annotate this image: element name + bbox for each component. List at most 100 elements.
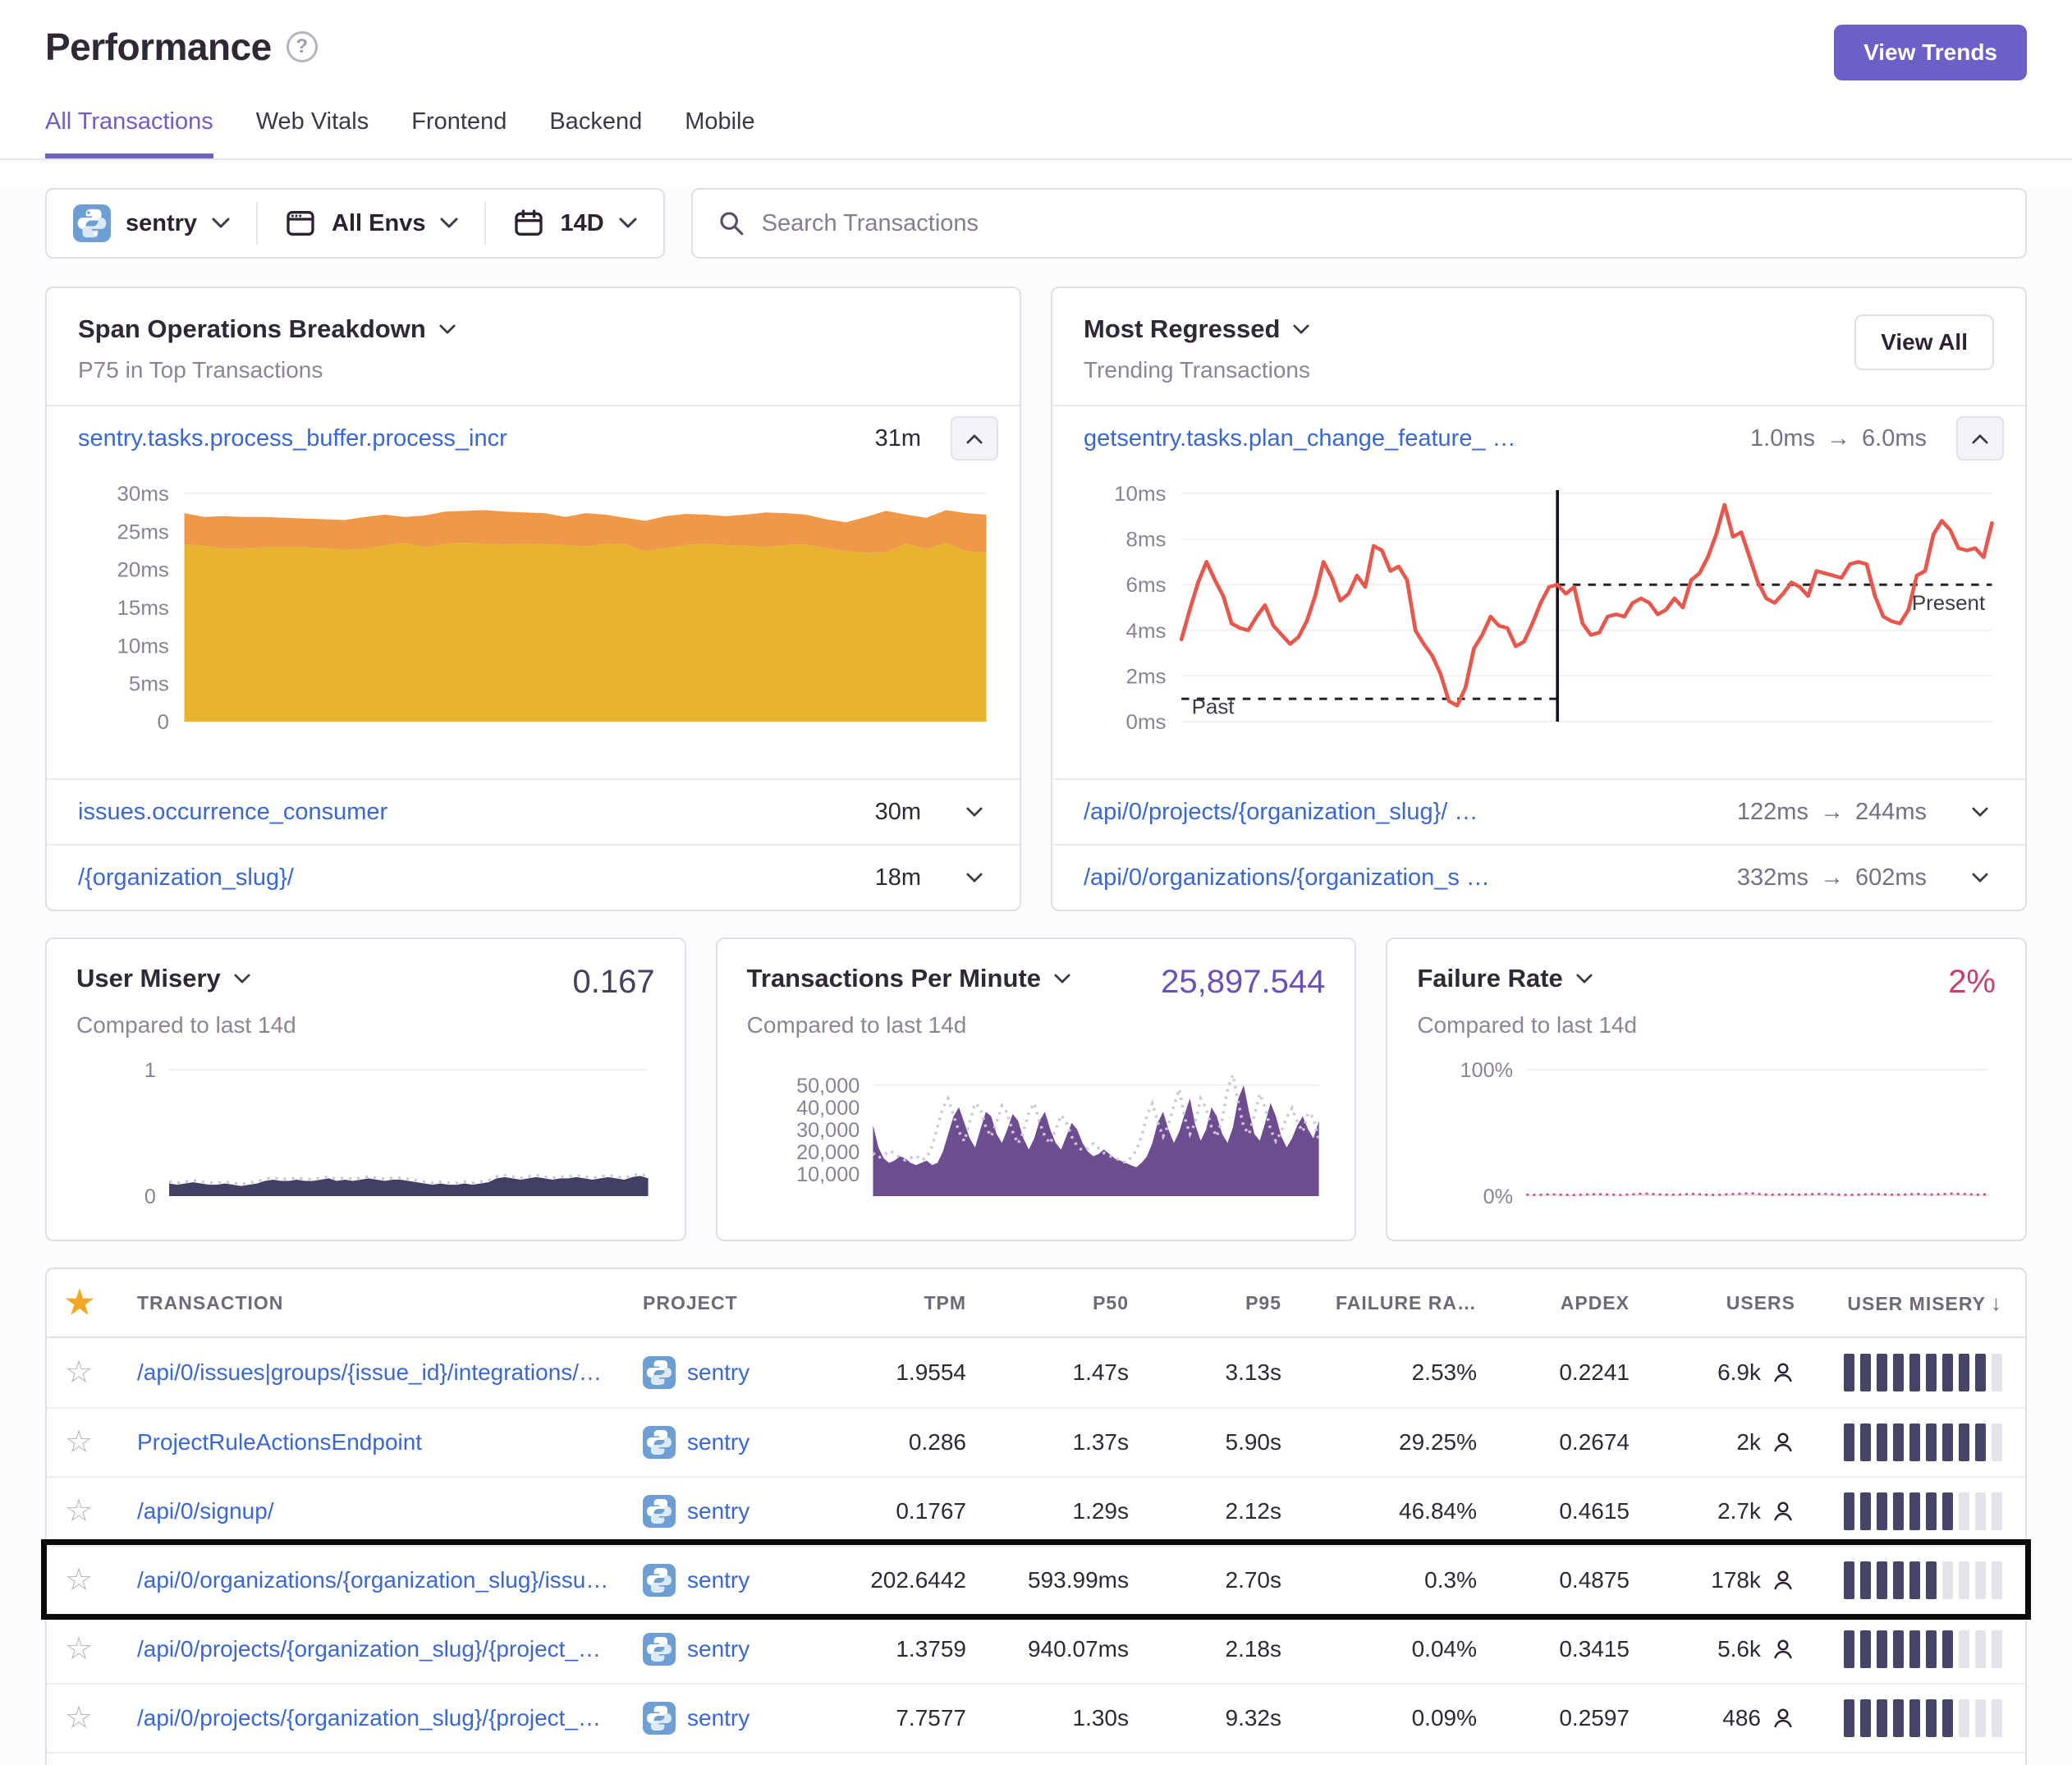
users-cell: 2.7k (1630, 1498, 1795, 1524)
date-range-filter[interactable]: 14D (484, 202, 662, 245)
user-misery-title[interactable]: User Misery (76, 964, 250, 993)
star-outline-icon[interactable]: ☆ (65, 1703, 137, 1734)
col-user-misery[interactable]: USER MISERY↓ (1795, 1291, 2002, 1316)
tab-backend[interactable]: Backend (549, 108, 642, 158)
transaction-link[interactable]: ProjectRuleActionsEndpoint (137, 1429, 643, 1456)
tpm-panel: Transactions Per Minute 25,897.544 Compa… (716, 938, 1357, 1241)
project-cell: sentry (643, 1564, 817, 1597)
expand-toggle[interactable] (1956, 790, 2004, 834)
col-transaction[interactable]: TRANSACTION (137, 1292, 643, 1314)
project-link[interactable]: sentry (687, 1705, 749, 1731)
col-tpm[interactable]: TPM (817, 1292, 966, 1314)
star-outline-icon[interactable]: ☆ (65, 1496, 137, 1527)
project-cell: sentry (643, 1356, 817, 1389)
collapse-toggle[interactable] (1956, 416, 2004, 461)
col-p50[interactable]: P50 (966, 1292, 1129, 1314)
tab-all-transactions[interactable]: All Transactions (45, 108, 213, 158)
expand-toggle[interactable] (951, 855, 998, 900)
failure-rate-cell: 46.84% (1281, 1498, 1477, 1524)
span-operations-title[interactable]: Span Operations Breakdown (78, 314, 456, 344)
svg-text:6ms: 6ms (1126, 575, 1167, 597)
col-failure-rate[interactable]: FAILURE RA… (1281, 1292, 1477, 1314)
user-misery-bars (1795, 1492, 2002, 1530)
tpm-cell: 202.6442 (817, 1567, 966, 1593)
p50-cell: 1.29s (966, 1498, 1129, 1524)
user-icon (1771, 1499, 1795, 1524)
search-icon (717, 209, 745, 237)
collapse-toggle[interactable] (951, 416, 998, 461)
span-op-link[interactable]: sentry.tasks.process_buffer.process_incr (78, 425, 507, 452)
transaction-link[interactable]: /api/0/projects/{organization_slug}/{pro… (137, 1636, 643, 1662)
col-users[interactable]: USERS (1630, 1292, 1795, 1314)
users-cell: 6.9k (1630, 1359, 1795, 1386)
table-row: ☆/api/0/projects/{organization_slug}/{pr… (47, 1614, 2025, 1683)
failure-rate-cell: 0.09% (1281, 1705, 1477, 1731)
p95-cell: 9.32s (1129, 1705, 1281, 1731)
svg-text:20,000: 20,000 (796, 1141, 860, 1164)
tpm-title[interactable]: Transactions Per Minute (747, 964, 1070, 993)
tab-web-vitals[interactable]: Web Vitals (256, 108, 369, 158)
chevron-down-icon (1972, 807, 1988, 818)
regressed-link[interactable]: /api/0/projects/{organization_slug}/ … (1084, 799, 1478, 826)
star-filled-icon[interactable]: ★ (65, 1286, 137, 1319)
star-outline-icon[interactable]: ☆ (65, 1634, 137, 1665)
svg-text:30,000: 30,000 (796, 1119, 860, 1142)
user-icon (1771, 1637, 1795, 1662)
failure-rate-title[interactable]: Failure Rate (1417, 964, 1592, 993)
col-apdex[interactable]: APDEX (1477, 1292, 1630, 1314)
chevron-down-icon (619, 218, 637, 229)
p95-cell: 3.13s (1129, 1359, 1281, 1386)
project-link[interactable]: sentry (687, 1498, 749, 1524)
tab-frontend[interactable]: Frontend (411, 108, 507, 158)
search-input[interactable] (762, 210, 2001, 237)
expand-toggle[interactable] (951, 790, 998, 834)
col-project[interactable]: PROJECT (643, 1292, 817, 1314)
col-p95[interactable]: P95 (1129, 1292, 1281, 1314)
transaction-link[interactable]: /api/0/issues|groups/{issue_id}/integrat… (137, 1359, 643, 1386)
user-misery-panel: User Misery 0.167 Compared to last 14d 1… (45, 938, 686, 1241)
project-link[interactable]: sentry (687, 1567, 749, 1593)
view-trends-button[interactable]: View Trends (1834, 25, 2027, 80)
most-regressed-chart: 10ms8ms6ms4ms2ms0msPastPresent (1052, 470, 2025, 778)
project-link[interactable]: sentry (687, 1359, 749, 1386)
svg-text:1: 1 (144, 1059, 156, 1082)
expand-toggle[interactable] (1956, 855, 2004, 900)
svg-text:2ms: 2ms (1126, 666, 1167, 688)
regressed-link[interactable]: getsentry.tasks.plan_change_feature_ … (1084, 425, 1516, 452)
star-outline-icon[interactable]: ☆ (65, 1427, 137, 1458)
tab-mobile[interactable]: Mobile (685, 108, 754, 158)
project-filter[interactable]: sentry (47, 202, 256, 245)
svg-text:15ms: 15ms (117, 597, 169, 619)
chevron-down-icon (1054, 974, 1070, 984)
project-filter-label: sentry (126, 210, 197, 237)
help-icon[interactable]: ? (287, 31, 318, 62)
filter-group: sentry All Envs 14D (45, 188, 665, 259)
tpm-cell: 1.9554 (817, 1359, 966, 1386)
users-cell: 178k (1630, 1567, 1795, 1593)
search-box (691, 188, 2027, 259)
project-link[interactable]: sentry (687, 1636, 749, 1662)
python-project-icon (643, 1702, 676, 1735)
tpm-value: 25,897.544 (1161, 964, 1325, 1001)
page-header: Performance ? View Trends All Transactio… (0, 0, 2072, 160)
apdex-cell: 0.3415 (1477, 1636, 1630, 1662)
star-outline-icon[interactable]: ☆ (65, 1565, 137, 1596)
svg-text:0: 0 (157, 711, 168, 733)
chevron-down-icon (212, 218, 230, 229)
project-link[interactable]: sentry (687, 1429, 749, 1456)
p95-cell: 5.90s (1129, 1429, 1281, 1456)
regressed-link[interactable]: /api/0/organizations/{organization_s … (1084, 864, 1490, 892)
p50-cell: 593.99ms (966, 1567, 1129, 1593)
environment-filter[interactable]: All Envs (256, 202, 484, 245)
p95-cell: 2.70s (1129, 1567, 1281, 1593)
span-op-link[interactable]: issues.occurrence_consumer (78, 799, 387, 826)
view-all-button[interactable]: View All (1854, 314, 1994, 370)
most-regressed-title[interactable]: Most Regressed (1084, 314, 1310, 344)
span-op-link[interactable]: /{organization_slug}/ (78, 864, 294, 892)
transaction-link[interactable]: /api/0/projects/{organization_slug}/{pro… (137, 1705, 643, 1731)
star-outline-icon[interactable]: ☆ (65, 1357, 137, 1388)
transaction-link[interactable]: /api/0/organizations/{organization_slug}… (137, 1567, 643, 1593)
user-misery-bars (1795, 1630, 2002, 1668)
transaction-link[interactable]: /api/0/signup/ (137, 1498, 643, 1524)
tpm-cell: 0.1767 (817, 1498, 966, 1524)
